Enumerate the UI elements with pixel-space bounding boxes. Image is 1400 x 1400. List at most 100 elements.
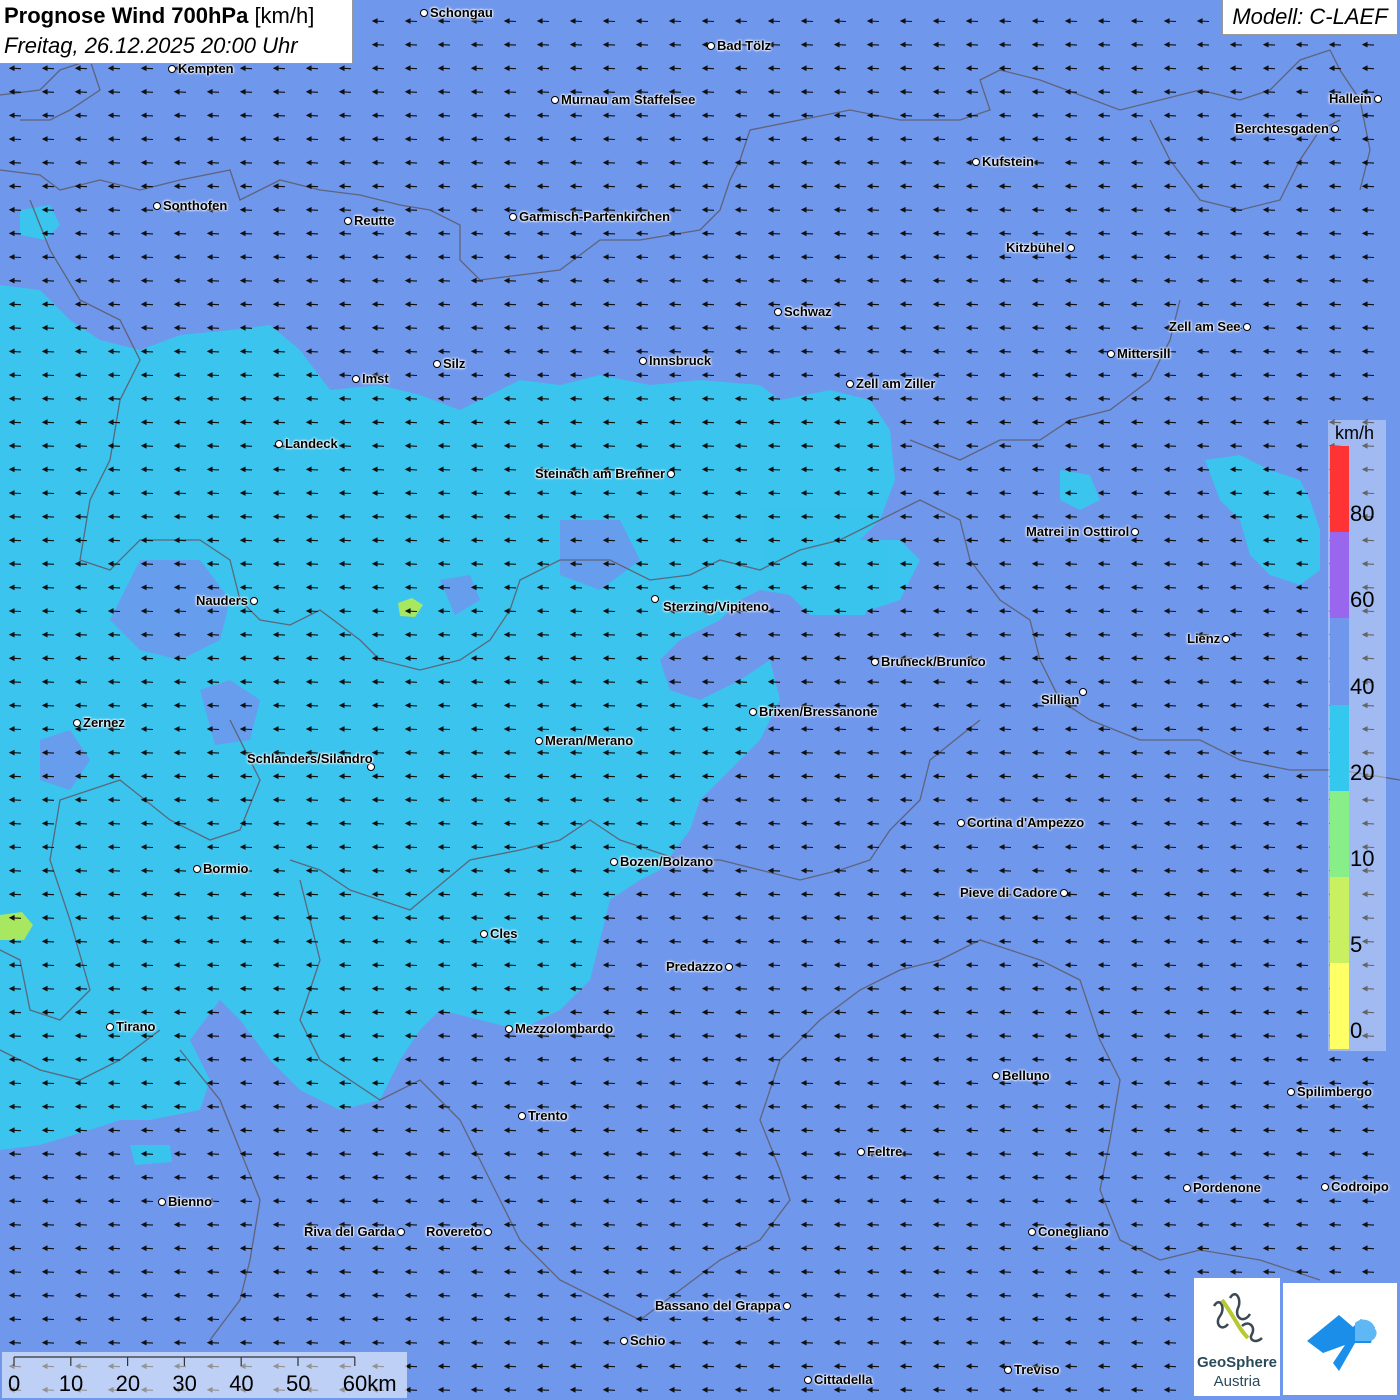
legend-color-5 [1330, 877, 1349, 964]
weather-app-logo[interactable] [1283, 1283, 1397, 1395]
city-label: Spilimbergo [1297, 1084, 1373, 1099]
city-label: Sterzing/Vipiteno [663, 599, 769, 614]
city-label: Kufstein [982, 154, 1034, 169]
city-dot [275, 440, 283, 448]
city-label: Tirano [116, 1019, 156, 1034]
city-dot [480, 930, 488, 938]
legend-label: 0 [1350, 1018, 1363, 1044]
city-label: Silz [443, 356, 466, 371]
scale-tick-label: 50 [286, 1371, 311, 1396]
city-dot [509, 213, 517, 221]
city-dot [667, 470, 675, 478]
city-label: Hallein [1329, 91, 1372, 106]
city-label: Garmisch-Partenkirchen [519, 209, 671, 224]
scale-tick-label: 30 [172, 1371, 197, 1396]
city-label: Sillian [1041, 692, 1080, 707]
city-dot [804, 1376, 812, 1384]
city-dot [639, 357, 647, 365]
city-dot [725, 963, 733, 971]
city-dot [846, 380, 854, 388]
city-label: Schlanders/Silandro [247, 751, 373, 766]
legend-color-80 [1330, 446, 1349, 533]
city-dot [857, 1148, 865, 1156]
city-label: Murnau am Staffelsee [561, 92, 696, 107]
city-label: Cittadella [814, 1372, 873, 1387]
city-label: Cles [490, 926, 518, 941]
city-dot [106, 1023, 114, 1031]
city-label: Berchtesgaden [1235, 121, 1329, 136]
scale-tick-label: 10 [58, 1371, 84, 1396]
city-dot [1374, 95, 1382, 103]
city-label: Reutte [354, 213, 395, 228]
city-dot [1004, 1366, 1012, 1374]
city-label: Landeck [285, 436, 338, 451]
city-dot [972, 158, 980, 166]
city-label: Matrei in Osttirol [1026, 524, 1130, 539]
legend-unit: km/h [1335, 423, 1375, 443]
geosphere-country: Austria [1213, 1373, 1261, 1390]
city-label: Trento [528, 1108, 568, 1123]
city-dot [1067, 244, 1075, 252]
city-dot [1183, 1184, 1191, 1192]
city-dot [158, 1198, 166, 1206]
city-dot [397, 1228, 405, 1236]
city-label: Zell am Ziller [856, 376, 936, 391]
city-label: Conegliano [1038, 1224, 1109, 1239]
scale-tick-label: 0 [8, 1371, 21, 1396]
legend-color-10 [1330, 790, 1349, 877]
city-label: Riva del Garda [304, 1224, 396, 1239]
city-label: Schongau [430, 5, 493, 20]
city-dot [153, 202, 161, 210]
city-dot [1028, 1228, 1036, 1236]
city-label: Rovereto [426, 1224, 483, 1239]
city-label: Kempten [178, 61, 234, 76]
city-label: Codroipo [1331, 1179, 1389, 1194]
city-label: Sonthofen [163, 198, 228, 213]
city-label: Pordenone [1193, 1180, 1261, 1195]
city-label: Bozen/Bolzano [620, 854, 714, 869]
city-dot [871, 658, 879, 666]
city-label: Mittersill [1117, 346, 1171, 361]
city-label: Cortina d'Ampezzo [967, 815, 1085, 830]
geosphere-name: GeoSphere [1196, 1354, 1278, 1371]
city-dot [518, 1112, 526, 1120]
city-dot [420, 9, 428, 17]
city-label: Lienz [1187, 631, 1221, 646]
city-dot [749, 708, 757, 716]
city-dot [1222, 635, 1230, 643]
legend-label: 10 [1350, 846, 1375, 871]
legend-label: 60 [1350, 587, 1375, 613]
city-label: Treviso [1014, 1362, 1060, 1377]
legend-color-0 [1330, 963, 1349, 1050]
legend-label: 5 [1350, 932, 1363, 958]
city-dot [551, 96, 559, 104]
legend-label: 20 [1350, 759, 1375, 785]
map-title: Prognose Wind 700hPa [4, 3, 249, 28]
city-dot [707, 42, 715, 50]
city-dot [484, 1228, 492, 1236]
city-label: Innsbruck [649, 353, 712, 368]
city-dot [352, 375, 360, 383]
city-label: Meran/Merano [545, 733, 634, 748]
city-dot [344, 217, 352, 225]
city-dot [992, 1072, 1000, 1080]
title-box: Prognose Wind 700hPa [km/h] Freitag, 26.… [0, 0, 353, 64]
city-label: Bassano del Grappa [655, 1298, 781, 1313]
city-dot [610, 858, 618, 866]
city-label: Belluno [1002, 1068, 1050, 1083]
city-dot [1107, 350, 1115, 358]
city-dot [620, 1337, 628, 1345]
geosphere-logo[interactable]: GeoSphere Austria [1194, 1278, 1280, 1396]
legend-color-40 [1330, 618, 1349, 705]
city-dot [651, 595, 659, 603]
city-dot [957, 819, 965, 827]
city-dot [1287, 1088, 1295, 1096]
city-dot [73, 719, 81, 727]
city-label: Nauders [196, 593, 249, 608]
city-label: Bruneck/Brunico [881, 654, 986, 669]
city-label: Zell am See [1169, 319, 1241, 334]
legend-color-60 [1330, 532, 1349, 619]
forecast-datetime: Freitag, 26.12.2025 20:00 Uhr [4, 33, 298, 58]
city-dot [505, 1025, 513, 1033]
city-dot [168, 65, 176, 73]
